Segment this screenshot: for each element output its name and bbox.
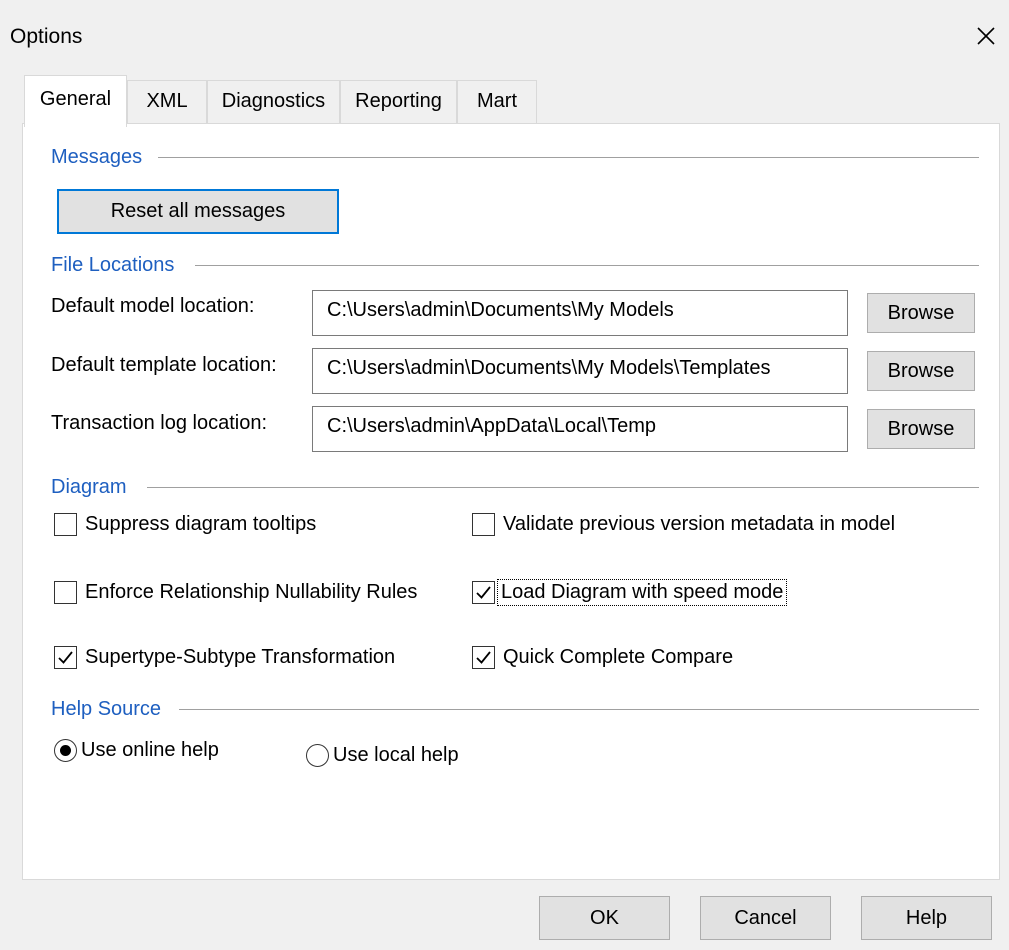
supertype-subtype-transformation-label: Supertype-Subtype Transformation bbox=[85, 646, 396, 668]
default-template-location-field[interactable]: C:\Users\admin\Documents\My Models\Templ… bbox=[312, 348, 848, 394]
enforce-relationship-nullability-checkbox[interactable]: Enforce Relationship Nullability Rules bbox=[54, 581, 417, 604]
checkbox-checked-icon[interactable] bbox=[472, 581, 495, 604]
tab-diagnostics[interactable]: Diagnostics bbox=[207, 80, 340, 124]
transaction-log-location-field[interactable]: C:\Users\admin\AppData\Local\Temp bbox=[312, 406, 848, 452]
load-diagram-speed-mode-label: Load Diagram with speed mode bbox=[496, 579, 788, 606]
use-online-help-radio[interactable]: Use online help bbox=[54, 739, 219, 762]
reset-all-messages-button[interactable]: Reset all messages bbox=[57, 189, 339, 234]
quick-complete-compare-checkbox[interactable]: Quick Complete Compare bbox=[472, 646, 733, 669]
general-tab-panel: Messages Reset all messages File Locatio… bbox=[22, 123, 1000, 880]
tab-mart[interactable]: Mart bbox=[457, 80, 537, 124]
default-model-location-label: Default model location: bbox=[51, 295, 255, 317]
options-dialog: Options General XML Diagnostics Reportin… bbox=[0, 0, 1009, 950]
browse-transaction-log-button[interactable]: Browse bbox=[867, 409, 975, 449]
enforce-relationship-nullability-label: Enforce Relationship Nullability Rules bbox=[85, 581, 418, 603]
messages-group-title: Messages bbox=[51, 146, 143, 168]
help-source-divider bbox=[179, 709, 979, 710]
use-online-help-label: Use online help bbox=[81, 739, 219, 761]
help-source-group-title: Help Source bbox=[51, 698, 162, 720]
tab-general[interactable]: General bbox=[24, 75, 127, 127]
browse-template-location-button[interactable]: Browse bbox=[867, 351, 975, 391]
browse-model-location-button[interactable]: Browse bbox=[867, 293, 975, 333]
tab-xml[interactable]: XML bbox=[127, 80, 207, 124]
close-icon bbox=[977, 27, 995, 45]
transaction-log-location-label: Transaction log location: bbox=[51, 412, 268, 434]
tab-reporting[interactable]: Reporting bbox=[340, 80, 457, 124]
title-bar[interactable]: Options bbox=[0, 0, 1009, 72]
use-local-help-radio[interactable]: Use local help bbox=[306, 744, 459, 767]
checkbox-unchecked-icon[interactable] bbox=[472, 513, 495, 536]
file-locations-group-title: File Locations bbox=[51, 254, 175, 276]
checkbox-unchecked-icon[interactable] bbox=[54, 513, 77, 536]
check-mark-icon bbox=[476, 651, 491, 664]
messages-divider bbox=[158, 157, 979, 158]
default-template-location-label: Default template location: bbox=[51, 354, 277, 376]
radio-selected-icon[interactable] bbox=[54, 739, 77, 762]
use-local-help-label: Use local help bbox=[333, 744, 459, 766]
radio-dot-icon bbox=[60, 745, 71, 756]
cancel-button[interactable]: Cancel bbox=[700, 896, 831, 940]
close-button[interactable] bbox=[966, 16, 1006, 56]
checkbox-checked-icon[interactable] bbox=[472, 646, 495, 669]
supertype-subtype-transformation-checkbox[interactable]: Supertype-Subtype Transformation bbox=[54, 646, 395, 669]
suppress-diagram-tooltips-label: Suppress diagram tooltips bbox=[85, 513, 317, 535]
diagram-group-title: Diagram bbox=[51, 476, 127, 498]
diagram-divider bbox=[147, 487, 979, 488]
checkbox-checked-icon[interactable] bbox=[54, 646, 77, 669]
quick-complete-compare-label: Quick Complete Compare bbox=[503, 646, 734, 668]
window-title: Options bbox=[10, 25, 83, 48]
radio-unselected-icon[interactable] bbox=[306, 744, 329, 767]
validate-previous-version-label: Validate previous version metadata in mo… bbox=[503, 513, 896, 535]
check-mark-icon bbox=[58, 651, 73, 664]
load-diagram-speed-mode-checkbox[interactable]: Load Diagram with speed mode bbox=[472, 579, 788, 606]
help-button[interactable]: Help bbox=[861, 896, 992, 940]
ok-button[interactable]: OK bbox=[539, 896, 670, 940]
check-mark-icon bbox=[476, 586, 491, 599]
suppress-diagram-tooltips-checkbox[interactable]: Suppress diagram tooltips bbox=[54, 513, 316, 536]
file-locations-divider bbox=[195, 265, 979, 266]
validate-previous-version-checkbox[interactable]: Validate previous version metadata in mo… bbox=[472, 513, 895, 536]
default-model-location-field[interactable]: C:\Users\admin\Documents\My Models bbox=[312, 290, 848, 336]
checkbox-unchecked-icon[interactable] bbox=[54, 581, 77, 604]
